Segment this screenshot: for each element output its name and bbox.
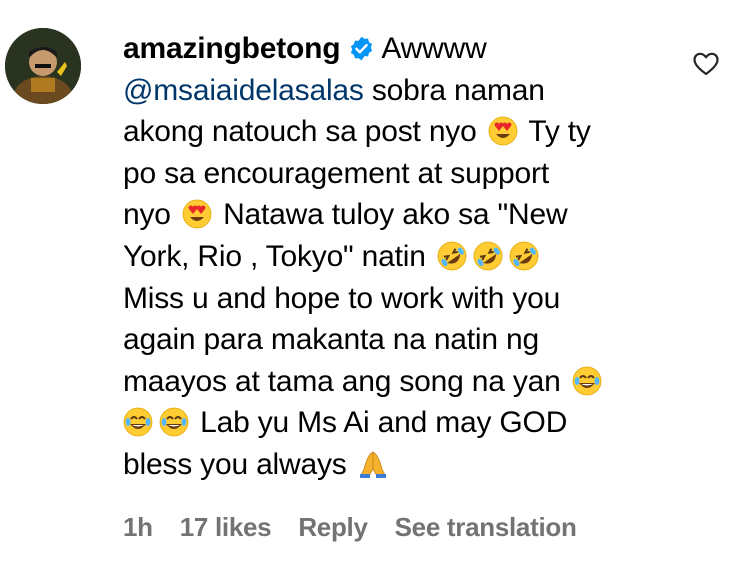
- comment-body: amazingbetong Awwww @msaiaidelasalas sobr…: [123, 28, 683, 486]
- see-translation-link[interactable]: See translation: [395, 512, 577, 543]
- comment-line-7: again para makanta na natin ng: [123, 323, 539, 357]
- heart-eyes-emoji: [488, 116, 518, 146]
- comment-line-3: po sa encouragement at support: [123, 156, 549, 190]
- heart-eyes-emoji: [182, 199, 212, 229]
- comment-line-1: Awwww: [381, 32, 487, 65]
- tears-of-joy-emoji: [571, 365, 602, 396]
- comment-line-2b: Ty ty: [528, 115, 591, 149]
- comment-line-5: York, Rio , Tokyo" natin: [123, 239, 426, 273]
- comment-line-8: maayos at tama ang song na yan: [123, 364, 561, 398]
- timestamp: 1h: [123, 512, 153, 542]
- comment-line-1b: sobra naman: [363, 73, 545, 107]
- reply-button[interactable]: Reply: [298, 512, 368, 543]
- comment-line-4b: Natawa tuloy ako sa "New: [223, 198, 568, 232]
- rolling-laughing-emoji: [436, 240, 467, 271]
- verified-badge-icon: [351, 36, 373, 61]
- comment: amazingbetong Awwww @msaiaidelasalas sobr…: [0, 0, 750, 572]
- comment-line-9: Lab yu Ms Ai and may GOD: [200, 406, 568, 440]
- tears-of-joy-emoji: [123, 407, 153, 438]
- rolling-laughing-emoji: [508, 240, 539, 271]
- username[interactable]: amazingbetong: [123, 32, 341, 65]
- likes-count[interactable]: 17 likes: [180, 512, 272, 543]
- avatar[interactable]: [5, 28, 81, 104]
- comment-line-6: Miss u and hope to work with you: [123, 281, 561, 315]
- comment-line-4a: nyo: [123, 198, 171, 232]
- rolling-laughing-emoji: [472, 240, 503, 271]
- comment-line-10: bless you always: [123, 447, 347, 481]
- comment-text: amazingbetong Awwww @msaiaidelasalas sobr…: [123, 28, 683, 486]
- comment-line-2: akong natouch sa post nyo: [123, 115, 477, 149]
- comment-meta: 1h 17 likes Reply See translation: [123, 512, 577, 543]
- folded-hands-emoji: [359, 451, 387, 479]
- tears-of-joy-emoji: [159, 407, 189, 438]
- heart-outline-icon[interactable]: [693, 52, 719, 76]
- mention-link[interactable]: @msaiaidelasalas: [123, 74, 364, 107]
